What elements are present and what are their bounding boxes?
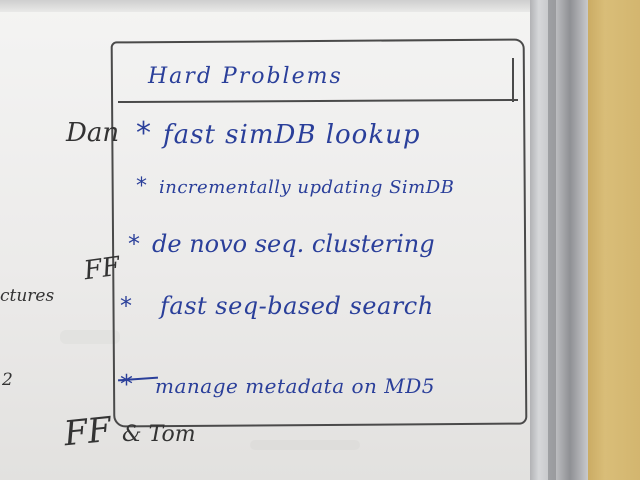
list-item: * fast seq-based search: [120, 292, 434, 320]
list-item-text: fast seq-based search: [160, 292, 434, 320]
margin-initials-ff: FF: [62, 409, 114, 455]
list-item: * de novo seq. clustering: [128, 230, 435, 258]
list-item: * incrementally updating SimDB: [136, 174, 454, 199]
wall-background: [586, 0, 640, 480]
list-item-text: manage metadata on MD5: [155, 374, 436, 398]
list-item: * manage metadata on MD5: [120, 370, 435, 400]
margin-name-tom: & Tom: [122, 422, 196, 447]
list-item-text: fast simDB lookup: [163, 120, 421, 150]
whiteboard-top-edge: [0, 0, 530, 12]
margin-fragment-2: 2: [2, 370, 13, 390]
asterisk-bullet-icon: *: [120, 370, 133, 400]
asterisk-bullet-icon: *: [136, 116, 151, 151]
list-item: * fast simDB lookup: [136, 116, 420, 151]
asterisk-bullet-icon: *: [120, 292, 132, 320]
margin-name-dan: Dan: [66, 118, 120, 148]
frame-shadow: [548, 0, 556, 480]
whiteboard-frame: [528, 0, 588, 480]
asterisk-bullet-icon: *: [128, 230, 140, 258]
title-box-edge: [512, 58, 514, 102]
asterisk-bullet-icon: *: [136, 174, 147, 199]
list-item-text: de novo seq. clustering: [152, 230, 435, 258]
margin-fragment-ctures: ctures: [0, 286, 55, 306]
erased-smudge: [250, 440, 360, 450]
margin-initials-ff: FF: [82, 251, 123, 287]
box-title: Hard Problems: [148, 64, 343, 89]
erased-smudge: [60, 330, 120, 344]
list-item-text: incrementally updating SimDB: [159, 177, 455, 198]
